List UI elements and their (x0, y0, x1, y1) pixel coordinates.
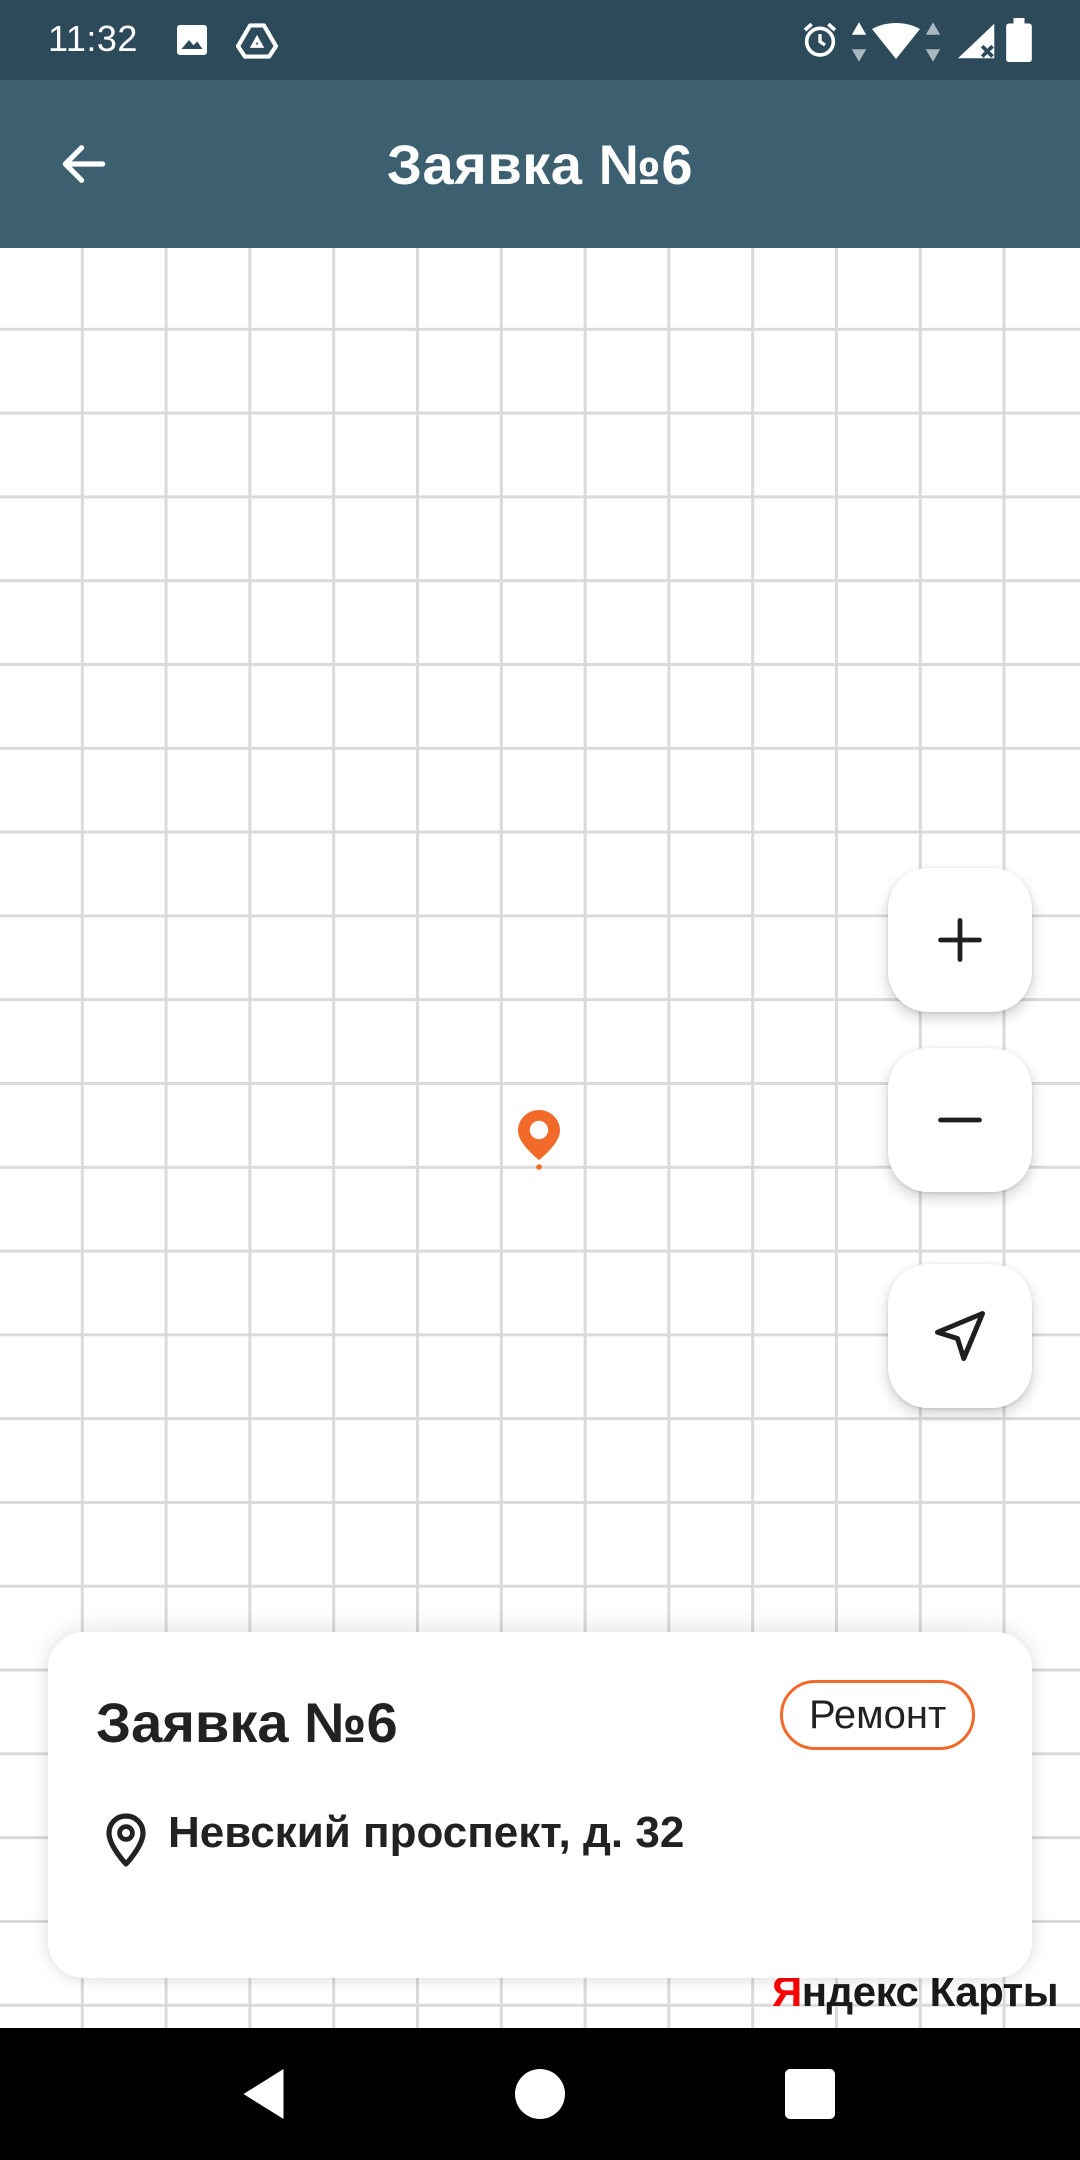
recents-square-icon[interactable] (780, 2064, 840, 2124)
order-card[interactable]: Заявка №6 Ремонт Невский проспект, д. 32 (48, 1632, 1032, 1978)
zoom-out-button[interactable] (888, 1048, 1032, 1192)
app-bar: Заявка №6 (0, 80, 1080, 248)
image-icon (177, 25, 207, 55)
map-pin-icon[interactable] (516, 1108, 562, 1170)
signal-icon (958, 23, 995, 59)
order-address: Невский проспект, д. 32 (168, 1808, 685, 1857)
system-nav-bar (0, 2028, 1080, 2160)
plus-icon (938, 918, 982, 962)
minus-icon (938, 1117, 982, 1123)
drive-icon (236, 23, 278, 59)
order-title: Заявка №6 (96, 1691, 398, 1754)
wifi-icon (872, 23, 920, 59)
location-pin-outline-icon (106, 1813, 146, 1867)
back-triangle-icon[interactable] (236, 2064, 296, 2124)
my-location-button[interactable] (888, 1264, 1032, 1408)
status-bar: 11:32 (0, 0, 1080, 80)
data-arrows-icon (851, 22, 867, 62)
category-badge: Ремонт (780, 1680, 976, 1750)
navigation-arrow-icon (935, 1311, 985, 1361)
screen: 11:32 Заявка №6 Яндекс Карты Заявка №6 Р… (0, 0, 1080, 2160)
alarm-icon (803, 22, 837, 57)
home-circle-icon[interactable] (510, 2064, 570, 2124)
status-time: 11:32 (48, 18, 138, 59)
data-arrows-icon (925, 22, 941, 62)
battery-icon (1006, 18, 1032, 62)
zoom-in-button[interactable] (888, 868, 1032, 1012)
page-title: Заявка №6 (386, 133, 694, 196)
